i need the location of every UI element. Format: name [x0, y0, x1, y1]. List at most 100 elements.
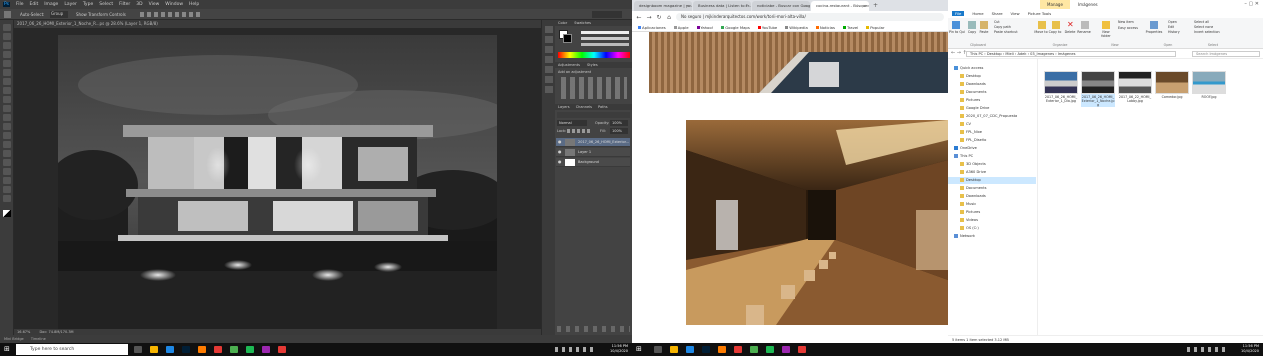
file-explorer-icon[interactable] — [150, 346, 158, 353]
tray-icons-2[interactable] — [1187, 347, 1227, 352]
properties-panel-icon[interactable] — [545, 56, 553, 63]
open-label[interactable]: Open — [1168, 20, 1177, 24]
menu-window[interactable]: Window — [165, 2, 183, 7]
bookmark-item[interactable]: YouTube — [757, 25, 777, 30]
task-view-icon-2[interactable] — [654, 346, 662, 353]
nav-item[interactable]: 2020_07_07_CDC_Propuesta — [948, 113, 1036, 120]
tab-adjustments[interactable]: Adjustments — [558, 63, 580, 67]
zoom-level[interactable]: 16.67% — [17, 330, 30, 334]
lasso-tool-icon[interactable] — [3, 42, 11, 49]
back-forward-icons[interactable]: ← → ↑ — [951, 50, 967, 56]
type-tool-icon[interactable] — [3, 159, 11, 166]
close-tab-icon[interactable]: × — [686, 1, 689, 11]
workspace-dropdown[interactable] — [592, 11, 622, 18]
visibility-eye-icon[interactable]: ● — [558, 160, 562, 164]
bookmark-item[interactable]: Yahoo! — [696, 25, 713, 30]
layer-actions-bar[interactable] — [557, 326, 630, 332]
tab-share[interactable]: Share — [992, 11, 1003, 16]
properties-icon[interactable] — [1150, 21, 1158, 29]
menu-view[interactable]: View — [149, 2, 160, 7]
tab-timeline[interactable]: Timeline — [31, 337, 46, 341]
windows-start-icon-2[interactable]: ⊞ — [636, 346, 643, 353]
clone-stamp-tool-icon[interactable] — [3, 96, 11, 103]
bookmark-item[interactable]: Wikipedia — [785, 25, 808, 30]
clock-left[interactable]: 11:56 PM 10/4/2020 — [610, 344, 628, 354]
nav-item[interactable]: Documents — [948, 89, 1036, 96]
copy-icon[interactable] — [968, 21, 976, 29]
new-folder-icon[interactable] — [1102, 21, 1110, 29]
maps-icon-2[interactable] — [750, 346, 758, 353]
browser-tab[interactable]: designboom magazine | your fi...× — [634, 1, 692, 11]
close-tab-icon[interactable]: × — [745, 1, 748, 11]
pen-tool-icon[interactable] — [3, 150, 11, 157]
bookmark-item[interactable]: Noticias — [815, 25, 835, 30]
nav-item[interactable]: Google Drive — [948, 105, 1036, 112]
properties-label[interactable]: Properties — [1144, 30, 1164, 34]
night-exterior-render-image[interactable] — [58, 35, 497, 329]
tab-channels[interactable]: Channels — [576, 105, 592, 109]
cut-label[interactable]: Cut — [994, 20, 1000, 24]
vpn-icon[interactable] — [262, 346, 270, 353]
new-tab-icon[interactable]: + — [873, 1, 878, 11]
file-item[interactable]: 2017_06_26_HOMI_Exterior_1_Dia.jpg — [1044, 71, 1078, 103]
tab-styles[interactable]: Styles — [587, 63, 598, 67]
nav-item[interactable]: Pictures — [948, 97, 1036, 104]
shape-tool-icon[interactable] — [3, 177, 11, 184]
opacity-value[interactable]: 100% — [610, 120, 628, 126]
menu-layer[interactable]: Layer — [64, 2, 77, 7]
tab-home[interactable]: Home — [972, 11, 983, 16]
history-label[interactable]: History — [1168, 30, 1180, 34]
eyedropper-tool-icon[interactable] — [3, 69, 11, 76]
healing-tool-icon[interactable] — [3, 78, 11, 85]
close-tab-icon[interactable]: × — [863, 1, 866, 11]
layer-row[interactable]: ● Layer 1 — [556, 148, 630, 157]
breadcrumb[interactable]: This PC › Desktop › Mieli › Adek › 03_Im… — [966, 51, 1176, 57]
nav-item[interactable]: FPL_Diseño — [948, 137, 1036, 144]
file-item[interactable]: ROOF.jpg — [1192, 71, 1226, 99]
rename-icon[interactable] — [1081, 21, 1089, 29]
file-item[interactable]: 2017_06_26_HOMI_Exterior_1_Noche.jpg — [1081, 71, 1115, 107]
move-tool-icon[interactable] — [3, 24, 11, 31]
menu-file[interactable]: File — [16, 2, 24, 7]
nav-item[interactable]: Videos — [948, 217, 1036, 224]
spotify-icon[interactable] — [246, 346, 254, 353]
lock-icons[interactable] — [567, 129, 591, 133]
paste-shortcut-label[interactable]: Paste shortcut — [994, 30, 1018, 34]
zoom-tool-icon[interactable] — [3, 195, 11, 202]
rename-label[interactable]: Rename — [1077, 30, 1091, 34]
nav-item[interactable]: OneDrive — [948, 145, 1036, 152]
tab-layers[interactable]: Layers — [558, 105, 570, 109]
nav-item[interactable]: 3D Objects — [948, 161, 1036, 168]
window-controls-icons[interactable]: – ▢ ✕ — [1244, 0, 1259, 9]
new-folder-label[interactable]: New folder — [1098, 30, 1114, 38]
nav-item[interactable]: FPL_Nixe — [948, 129, 1036, 136]
brush-tool-icon[interactable] — [3, 87, 11, 94]
nav-item[interactable]: Downloads — [948, 193, 1036, 200]
history-brush-tool-icon[interactable] — [3, 105, 11, 112]
acrobat-icon[interactable] — [214, 346, 222, 353]
tab-view[interactable]: View — [1011, 11, 1020, 16]
paragraph-panel-icon[interactable] — [545, 76, 553, 83]
menu-3d[interactable]: 3D — [136, 2, 142, 7]
quick-select-tool-icon[interactable] — [3, 51, 11, 58]
back-arrow-icon[interactable]: ← — [636, 14, 642, 21]
edit-label[interactable]: Edit — [1168, 25, 1174, 29]
nav-item[interactable]: Desktop — [948, 177, 1036, 184]
tab-picture-tools[interactable]: Picture Tools — [1028, 11, 1052, 16]
home-icon[interactable]: ⌂ — [666, 14, 672, 21]
layer-row[interactable]: ● 2017_06_26_HOMI_Exterior... — [556, 138, 630, 147]
copy-label[interactable]: Copy — [966, 30, 978, 34]
menu-edit[interactable]: Edit — [30, 2, 39, 7]
eraser-tool-icon[interactable] — [3, 114, 11, 121]
nav-item[interactable]: This PC — [948, 153, 1036, 160]
manage-context-tab[interactable]: Manage — [1040, 0, 1070, 9]
acrobat-icon-2[interactable] — [734, 346, 742, 353]
delete-label[interactable]: Delete — [1063, 30, 1077, 34]
invert-selection-label[interactable]: Invert selection — [1194, 30, 1220, 34]
blend-mode-dropdown[interactable]: Normal — [557, 120, 587, 126]
task-view-icon[interactable] — [134, 346, 142, 353]
nav-item[interactable]: CV — [948, 121, 1036, 128]
actions-panel-icon[interactable] — [545, 36, 553, 43]
new-item-label[interactable]: New item — [1118, 20, 1134, 24]
file-item[interactable]: Comedor.jpg — [1155, 71, 1189, 99]
